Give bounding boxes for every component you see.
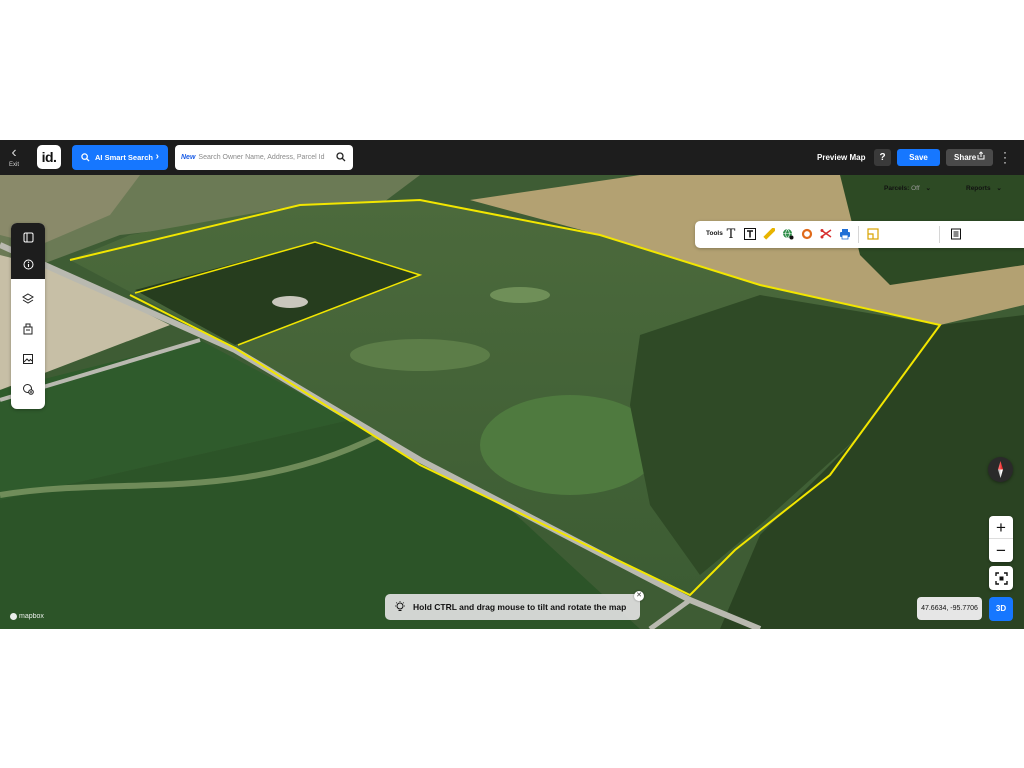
globe-add-icon[interactable] xyxy=(781,227,795,241)
compass-icon xyxy=(998,461,1003,478)
satellite-map[interactable]: Tools T Parcels: Off ⌄ Reports ⌄ + − 47.… xyxy=(0,175,1024,629)
share-icon xyxy=(977,149,985,166)
map-app: ‹ Exit id. AI Smart Search › New Search … xyxy=(0,140,1024,629)
mapbox-label: mapbox xyxy=(19,613,44,620)
ai-smart-search-label: AI Smart Search xyxy=(95,153,153,162)
coordinates-readout: 47.6634, -95.7706 xyxy=(917,597,982,620)
divider xyxy=(858,226,859,243)
parcels-label: Parcels: xyxy=(884,185,910,192)
zoom-out-button[interactable]: − xyxy=(989,539,1013,562)
3d-toggle-button[interactable]: 3D xyxy=(989,597,1013,621)
ai-smart-search-button[interactable]: AI Smart Search › xyxy=(72,145,168,170)
parcels-toggle[interactable]: Parcels: Off ⌄ xyxy=(884,184,931,192)
focus-button[interactable] xyxy=(989,566,1013,590)
share-button[interactable]: Share xyxy=(946,149,993,166)
compass-button[interactable] xyxy=(988,457,1013,482)
help-button[interactable]: ? xyxy=(874,149,891,166)
chevron-right-icon: › xyxy=(155,151,159,162)
search-input[interactable]: New Search Owner Name, Address, Parcel I… xyxy=(175,145,353,170)
search-icon[interactable] xyxy=(336,152,346,162)
mapbox-logo-icon xyxy=(10,613,17,620)
chevron-down-icon: ⌄ xyxy=(996,185,1002,192)
parcels-state: Off xyxy=(911,185,920,192)
app-logo[interactable]: id. xyxy=(37,145,61,169)
hint-text: Hold CTRL and drag mouse to tilt and rot… xyxy=(413,602,627,612)
info-icon[interactable] xyxy=(18,254,38,274)
tools-label: Tools xyxy=(706,230,723,237)
add-location-icon[interactable] xyxy=(18,379,38,399)
zoom-control: + − xyxy=(989,516,1013,562)
scissors-icon[interactable] xyxy=(819,227,833,241)
text-icon[interactable]: T xyxy=(724,227,738,242)
buildings-icon[interactable] xyxy=(18,319,38,339)
search-icon xyxy=(81,153,90,162)
mapbox-attribution[interactable]: mapbox xyxy=(10,613,44,620)
top-bar: ‹ Exit id. AI Smart Search › New Search … xyxy=(0,140,1024,175)
print-icon[interactable] xyxy=(838,227,852,241)
lightbulb-icon xyxy=(395,601,405,611)
panel-toggle-icon[interactable] xyxy=(18,227,38,247)
chevron-down-icon: ⌄ xyxy=(925,185,931,192)
search-placeholder: Search Owner Name, Address, Parcel Id xyxy=(198,154,325,161)
exit-label: Exit xyxy=(8,162,19,168)
more-menu-icon[interactable]: · · · xyxy=(1002,146,1008,168)
close-icon[interactable]: ✕ xyxy=(634,591,644,601)
image-icon[interactable] xyxy=(18,349,38,369)
focus-frame-icon xyxy=(994,571,1008,585)
parcels-icon[interactable] xyxy=(866,227,880,241)
divider xyxy=(939,226,940,243)
share-label: Share xyxy=(954,153,977,162)
ring-icon[interactable] xyxy=(800,227,814,241)
save-button[interactable]: Save xyxy=(897,149,940,166)
hint-banner: Hold CTRL and drag mouse to tilt and rot… xyxy=(385,594,640,620)
exit-button[interactable]: ‹ Exit xyxy=(5,144,23,170)
reports-dropdown[interactable]: Reports ⌄ xyxy=(966,184,1002,192)
layers-icon[interactable] xyxy=(18,289,38,309)
left-toolbar xyxy=(11,223,45,409)
reports-icon[interactable] xyxy=(949,227,963,241)
ruler-icon[interactable] xyxy=(762,227,776,241)
new-badge: New xyxy=(181,154,196,161)
zoom-in-button[interactable]: + xyxy=(989,516,1013,539)
text-box-icon[interactable] xyxy=(743,227,757,241)
preview-map-button[interactable]: Preview Map xyxy=(817,153,865,162)
reports-label: Reports xyxy=(966,185,991,192)
back-arrow-icon: ‹ xyxy=(11,144,17,161)
